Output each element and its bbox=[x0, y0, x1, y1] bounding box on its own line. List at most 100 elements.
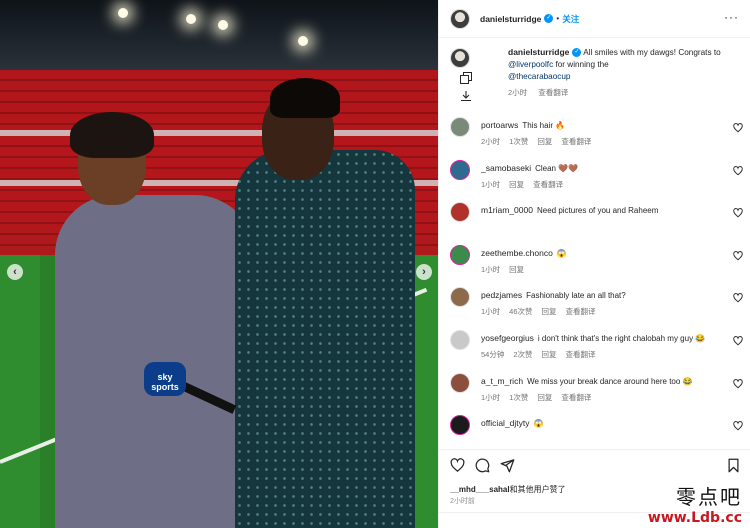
commenter-username[interactable]: a_t_m_rich bbox=[481, 376, 523, 386]
like-comment-heart-icon[interactable] bbox=[733, 378, 743, 389]
comment-icon[interactable] bbox=[475, 458, 490, 473]
comment-time: 54分钟 bbox=[481, 349, 505, 359]
post-actions bbox=[439, 449, 750, 479]
like-comment-heart-icon[interactable] bbox=[733, 208, 743, 218]
see-translation-link[interactable]: 查看翻译 bbox=[561, 393, 591, 402]
like-comment-heart-icon[interactable] bbox=[733, 293, 743, 303]
comment-text: i don't think that's the right chalobah … bbox=[537, 333, 706, 343]
share-icon[interactable] bbox=[500, 458, 515, 473]
comments-list: portoarws This hair 🔥 2小时 1次赞 回复 查看翻译 _samobas… bbox=[439, 112, 750, 453]
comment-item: a_t_m_rich We miss your break dance aroun… bbox=[439, 368, 750, 411]
commenter-username[interactable]: pedzjames bbox=[481, 290, 522, 300]
comment-text-line: pedzjames Fashionably late an all that? bbox=[481, 290, 729, 300]
commenter-avatar[interactable] bbox=[450, 287, 470, 308]
commenter-avatar[interactable] bbox=[450, 244, 470, 265]
heart-icon[interactable] bbox=[450, 458, 465, 473]
floodlight bbox=[218, 20, 228, 30]
carousel-next-button[interactable]: › bbox=[416, 264, 432, 280]
watermark: 零点吧 www.Ldb.cc bbox=[648, 481, 742, 526]
liked-by-text: __mhd___sahal和其他用户赞了 bbox=[450, 484, 566, 495]
follow-button[interactable]: 关注 bbox=[562, 13, 579, 25]
stand-tier bbox=[0, 130, 438, 136]
caption-author-avatar[interactable] bbox=[450, 48, 470, 68]
author-avatar[interactable] bbox=[450, 8, 470, 29]
reply-button[interactable]: 回复 bbox=[542, 350, 557, 359]
post-sidebar: danielsturridge ✓ • 关注 ··· danielsturrid… bbox=[438, 0, 750, 528]
commenter-avatar[interactable] bbox=[450, 202, 470, 223]
reply-button[interactable]: 回复 bbox=[542, 307, 557, 316]
see-translation-link[interactable]: 查看翻译 bbox=[533, 180, 563, 189]
comment-likes[interactable]: 2次赞 bbox=[513, 350, 532, 359]
caption-author-username[interactable]: danielsturridge bbox=[508, 47, 569, 57]
floodlight bbox=[118, 8, 128, 18]
post-photo[interactable]: sky sports ‹ › bbox=[0, 0, 438, 528]
post-header: danielsturridge ✓ • 关注 ··· bbox=[439, 0, 750, 38]
comment-text-line: a_t_m_rich We miss your break dance aroun… bbox=[481, 376, 729, 386]
person-right bbox=[235, 150, 415, 528]
commenter-username[interactable]: portoarws bbox=[481, 120, 518, 130]
reply-button[interactable]: 回复 bbox=[537, 393, 552, 402]
comment-text-line: official_djtyty 😱 bbox=[481, 418, 729, 428]
comment-text-line: _samobaseki Clean 🤎🤎 bbox=[481, 163, 729, 173]
comment-likes[interactable]: 1次赞 bbox=[509, 393, 528, 402]
comment-time: 1小时 bbox=[481, 307, 501, 317]
person-left-hair bbox=[70, 112, 154, 158]
comment-text-line: portoarws This hair 🔥 bbox=[481, 120, 729, 130]
comment-item: _samobaseki Clean 🤎🤎 1小时 回复 查看翻译 bbox=[439, 155, 750, 198]
watermark-chinese: 零点吧 bbox=[676, 485, 742, 509]
commenter-username[interactable]: m1riam_0000 bbox=[481, 205, 533, 215]
floodlight bbox=[298, 36, 308, 46]
commenter-avatar[interactable] bbox=[450, 117, 470, 137]
verified-icon: ✓ bbox=[572, 48, 582, 58]
see-translation-link[interactable]: 查看翻译 bbox=[561, 137, 591, 146]
comment-meta: 2小时 1次赞 回复 查看翻译 bbox=[481, 136, 600, 147]
copy-icon[interactable] bbox=[460, 72, 472, 84]
see-translation-link[interactable]: 查看翻译 bbox=[538, 88, 568, 97]
comment-text: Clean 🤎🤎 bbox=[535, 163, 579, 173]
person-right-hair bbox=[270, 78, 340, 118]
see-translation-link[interactable]: 查看翻译 bbox=[566, 307, 596, 316]
post-time: 2小时前 bbox=[450, 498, 475, 505]
author-username[interactable]: danielsturridge bbox=[480, 14, 541, 24]
comment-text: 😱 bbox=[556, 248, 567, 258]
comment-item: m1riam_0000 Need pictures of you and Rahe… bbox=[439, 197, 750, 240]
like-comment-heart-icon[interactable] bbox=[733, 421, 743, 431]
bookmark-icon[interactable] bbox=[726, 458, 741, 473]
verified-icon: ✓ bbox=[544, 14, 554, 23]
comment-text-line: m1riam_0000 Need pictures of you and Rahe… bbox=[481, 205, 729, 215]
comment-text: We miss your break dance around here too… bbox=[527, 376, 693, 386]
comment-likes[interactable]: 1次赞 bbox=[509, 137, 528, 146]
like-comment-heart-icon[interactable] bbox=[733, 123, 743, 133]
commenter-username[interactable]: yosefgeorgius bbox=[481, 333, 534, 343]
commenter-username[interactable]: official_djtyty bbox=[481, 418, 530, 428]
comment-item: yosefgeorgius i don't think that's the ri… bbox=[439, 325, 750, 368]
like-comment-heart-icon[interactable] bbox=[733, 336, 743, 346]
comment-meta: 1小时 1次赞 回复 查看翻译 bbox=[481, 392, 600, 403]
commenter-avatar[interactable] bbox=[450, 159, 470, 180]
commenter-avatar[interactable] bbox=[450, 372, 470, 393]
download-icon[interactable] bbox=[460, 90, 472, 102]
commenter-avatar[interactable] bbox=[450, 329, 470, 350]
reply-button[interactable]: 回复 bbox=[537, 137, 552, 146]
like-comment-heart-icon[interactable] bbox=[733, 165, 743, 176]
more-options-icon[interactable]: ··· bbox=[724, 11, 739, 23]
separator-dot: • bbox=[556, 14, 560, 23]
like-comment-heart-icon[interactable] bbox=[733, 250, 743, 261]
see-translation-link[interactable]: 查看翻译 bbox=[566, 350, 596, 359]
comment-text-line: yosefgeorgius i don't think that's the ri… bbox=[481, 333, 729, 343]
carousel-prev-button[interactable]: ‹ bbox=[7, 264, 23, 280]
comment-likes[interactable]: 46次赞 bbox=[509, 307, 532, 316]
microphone: sky sports bbox=[144, 362, 186, 396]
liked-by-username[interactable]: __mhd___sahal bbox=[450, 485, 510, 494]
commenter-username[interactable]: _samobaseki bbox=[481, 163, 531, 173]
commenter-avatar[interactable] bbox=[450, 415, 470, 436]
comment-item: pedzjames Fashionably late an all that? 1小… bbox=[439, 282, 750, 325]
comment-text: Fashionably late an all that? bbox=[526, 291, 626, 301]
mention-link[interactable]: @thecarabaocup bbox=[508, 72, 570, 81]
reply-button[interactable]: 回复 bbox=[509, 180, 524, 189]
commenter-username[interactable]: zeethembe.chonco bbox=[481, 248, 553, 258]
mention-link[interactable]: @liverpoolfc bbox=[508, 60, 553, 69]
comment-meta: 1小时 46次赞 回复 查看翻译 bbox=[481, 306, 605, 317]
reply-button[interactable]: 回复 bbox=[509, 265, 524, 274]
comment-text-line: zeethembe.chonco 😱 bbox=[481, 248, 729, 258]
